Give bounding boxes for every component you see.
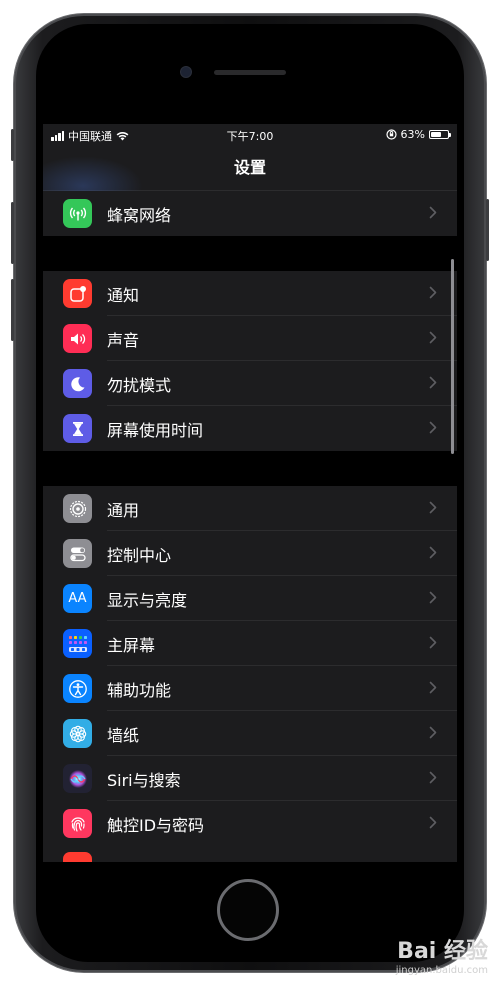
page-title: 设置	[233, 158, 266, 177]
volume-down-button	[11, 279, 14, 341]
home-grid-icon	[63, 629, 92, 658]
settings-row-partial[interactable]	[43, 846, 457, 862]
settings-group: 通知声音勿扰模式屏幕使用时间	[43, 271, 457, 451]
front-camera	[181, 67, 191, 77]
settings-row-label: 屏幕使用时间	[107, 420, 204, 440]
chevron-right-icon	[429, 769, 437, 788]
fingerprint-icon	[63, 809, 92, 838]
settings-row-label: 控制中心	[107, 545, 172, 565]
chevron-right-icon	[429, 679, 437, 698]
settings-row-label: 墙纸	[107, 725, 140, 745]
screen: 中国联通 下午7:00 63% 设置 蜂窝网络通知声音勿扰模式屏幕使用时间 通用控…	[43, 124, 457, 862]
chevron-right-icon	[429, 814, 437, 833]
settings-row-label: 主屏幕	[107, 635, 156, 655]
home-button[interactable]	[217, 879, 279, 941]
partial-icon	[63, 852, 92, 862]
settings-row-label: 通知	[107, 285, 140, 305]
settings-row-antenna[interactable]: 蜂窝网络	[43, 191, 457, 236]
settings-row-label: 显示与亮度	[107, 590, 188, 610]
mute-switch	[11, 129, 14, 161]
hourglass-icon	[63, 414, 92, 443]
speaker-icon	[63, 324, 92, 353]
text-size-icon: AA	[63, 584, 92, 613]
chevron-right-icon	[429, 204, 437, 223]
earpiece-speaker	[214, 70, 286, 75]
watermark: Bai 经验 jingyan.baidu.com	[396, 939, 488, 977]
orientation-lock-icon	[385, 129, 397, 140]
power-button	[486, 199, 489, 261]
status-bar: 中国联通 下午7:00 63%	[43, 124, 457, 146]
chevron-right-icon	[429, 419, 437, 438]
settings-row-text-size[interactable]: AA 显示与亮度	[43, 576, 457, 621]
section-gap	[43, 451, 457, 486]
watermark-brand: Bai 经验	[397, 938, 488, 964]
chevron-right-icon	[429, 499, 437, 518]
settings-row-moon[interactable]: 勿扰模式	[43, 361, 457, 406]
settings-row-label: 蜂窝网络	[107, 205, 172, 225]
settings-row-hourglass[interactable]: 屏幕使用时间	[43, 406, 457, 451]
settings-row-label: 触控ID与密码	[107, 815, 205, 835]
chevron-right-icon	[429, 589, 437, 608]
settings-row-fingerprint[interactable]: 触控ID与密码	[43, 801, 457, 846]
notification-icon	[63, 279, 92, 308]
settings-row-speaker[interactable]: 声音	[43, 316, 457, 361]
settings-group: 蜂窝网络	[43, 191, 457, 236]
battery-percentage: 63%	[400, 128, 425, 141]
settings-row-label: 通用	[107, 500, 140, 520]
settings-row-toggles[interactable]: 控制中心	[43, 531, 457, 576]
settings-row-home-grid[interactable]: 主屏幕	[43, 621, 457, 666]
chevron-right-icon	[429, 374, 437, 393]
settings-row-notification[interactable]: 通知	[43, 271, 457, 316]
settings-row-label: Siri与搜索	[107, 770, 181, 790]
settings-row-siri[interactable]: Siri与搜索	[43, 756, 457, 801]
gear-icon	[63, 494, 92, 523]
section-gap	[43, 236, 457, 271]
watermark-url: jingyan.baidu.com	[395, 965, 488, 976]
chevron-right-icon	[429, 544, 437, 563]
settings-row-label: 辅助功能	[107, 680, 172, 700]
settings-list: 蜂窝网络通知声音勿扰模式屏幕使用时间 通用控制中心 AA 显示与亮度主屏幕辅助功能墙纸…	[43, 191, 457, 862]
nav-bar: 设置	[43, 146, 457, 216]
siri-icon	[63, 764, 92, 793]
battery-icon	[429, 130, 451, 139]
settings-group: 通用控制中心 AA 显示与亮度主屏幕辅助功能墙纸 Siri与搜索触控ID与密码	[43, 486, 457, 862]
settings-row-label: 勿扰模式	[107, 375, 172, 395]
settings-row-label: 声音	[107, 330, 140, 350]
volume-up-button	[11, 202, 14, 264]
chevron-right-icon	[429, 329, 437, 348]
scrollbar[interactable]	[451, 259, 454, 454]
accessibility-icon	[63, 674, 92, 703]
settings-row-gear[interactable]: 通用	[43, 486, 457, 531]
chevron-right-icon	[429, 634, 437, 653]
settings-row-flower[interactable]: 墙纸	[43, 711, 457, 756]
moon-icon	[63, 369, 92, 398]
chevron-right-icon	[429, 284, 437, 303]
toggles-icon	[63, 539, 92, 568]
flower-icon	[63, 719, 92, 748]
antenna-icon	[63, 199, 92, 228]
settings-row-accessibility[interactable]: 辅助功能	[43, 666, 457, 711]
chevron-right-icon	[429, 724, 437, 743]
